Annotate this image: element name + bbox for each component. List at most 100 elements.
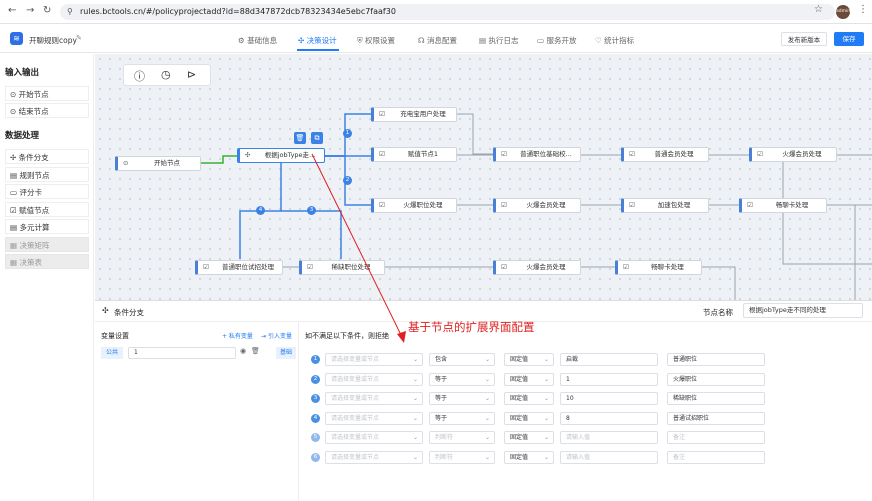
edit-box-icon: ☑ bbox=[501, 150, 507, 158]
flow-node-mid4[interactable]: ☑ 火爆会员处理 bbox=[749, 147, 837, 162]
palette-start-node[interactable]: ⊙ 开始节点 bbox=[5, 86, 89, 101]
condition-number: 5 bbox=[311, 433, 320, 442]
tab-5[interactable]: ▤ 执行日志 bbox=[479, 35, 518, 46]
avatar[interactable]: admin bbox=[836, 5, 850, 19]
palette-item-5[interactable]: ▤ 多元计算 bbox=[5, 219, 89, 234]
import-var-link[interactable]: ⇥ 引入变量 bbox=[261, 331, 292, 340]
delete-node-icon[interactable]: 🗑 bbox=[294, 132, 306, 144]
palette-item-2[interactable]: ▤ 规则节点 bbox=[5, 166, 89, 182]
tab-6[interactable]: ▭ 服务开放 bbox=[537, 35, 576, 46]
tab-1[interactable]: ⚙ 基础信息 bbox=[238, 35, 277, 46]
palette-end-node[interactable]: ⊙ 结束节点 bbox=[5, 103, 89, 118]
condition-variable-select[interactable]: 请选择变量或节点 ⌄ bbox=[325, 353, 423, 366]
flow-node-top1[interactable]: ☑ 充电宝用户处理 bbox=[371, 107, 457, 122]
condition-mode-select[interactable]: 固定值 ⌄ bbox=[504, 392, 554, 405]
site-info-icon[interactable]: ⚲ bbox=[67, 4, 73, 20]
edit-box-icon: ☑ bbox=[501, 201, 507, 209]
publish-button[interactable]: 发布新版本 bbox=[781, 32, 827, 46]
edit-title-icon[interactable]: ✎ bbox=[76, 34, 82, 42]
palette-item-icon: ✢ bbox=[10, 153, 19, 162]
eye-icon[interactable]: ◉ bbox=[240, 347, 246, 355]
condition-variable-select[interactable]: 请选择变量或节点 ⌄ bbox=[325, 372, 423, 386]
palette-item-1[interactable]: ✢ 条件分支 bbox=[5, 149, 89, 164]
tab-label: 权限设置 bbox=[365, 36, 396, 45]
condition-target-input[interactable]: 普通职位 bbox=[667, 353, 765, 366]
condition-operator-select[interactable]: 判断符 ⌄ bbox=[429, 450, 495, 464]
address-bar[interactable]: ⚲ rules.bctools.cn/#/policyprojectadd?id… bbox=[60, 4, 835, 20]
flow-node-row3c[interactable]: ☑ 加速包处理 bbox=[621, 198, 709, 213]
flow-node-mid2[interactable]: ☑ 普通职位基础校... bbox=[493, 147, 581, 162]
condition-mode-select[interactable]: 固定值 ⌄ bbox=[504, 411, 554, 425]
condition-value-input[interactable]: 1 bbox=[560, 372, 658, 386]
condition-variable-select[interactable]: 请选择变量或节点 ⌄ bbox=[325, 411, 423, 425]
edit-box-icon: ☑ bbox=[629, 201, 635, 209]
star-icon[interactable]: ☆ bbox=[814, 4, 823, 15]
forward-icon[interactable]: → bbox=[26, 5, 34, 16]
condition-operator-select[interactable]: 等于 ⌄ bbox=[429, 392, 495, 405]
edge-top1-mid2 bbox=[457, 113, 493, 155]
edit-box-icon: ☑ bbox=[307, 263, 313, 271]
condition-target-input[interactable]: 火爆职位 bbox=[667, 372, 765, 386]
condition-mode-select[interactable]: 固定值 ⌄ bbox=[504, 372, 554, 386]
flow-node-row4c[interactable]: ☑ 火爆会员处理 bbox=[493, 260, 581, 275]
back-icon[interactable]: ← bbox=[8, 5, 16, 16]
app-header: ≋ 开聊规则copy ✎ ⚙ 基础信息 ✣ 决策设计 ⛨ 权限设置 ☊ 消息配置 ▤ 执… bbox=[0, 25, 872, 53]
node-name-input[interactable]: 根据jobType走不同的处理 bbox=[743, 303, 863, 318]
save-button[interactable]: 保存 bbox=[834, 32, 864, 46]
tab-label: 消息配置 bbox=[427, 36, 458, 45]
node-name-label: 节点名称 bbox=[703, 308, 733, 317]
condition-mode-select[interactable]: 固定值 ⌄ bbox=[504, 353, 554, 366]
flow-node-row4a[interactable]: ☑ 普通职位试招处理 bbox=[195, 260, 283, 275]
condition-variable-select[interactable]: 请选择变量或节点 ⌄ bbox=[325, 392, 423, 405]
tab-label: 服务开放 bbox=[546, 36, 577, 45]
app-logo-icon: ≋ bbox=[10, 32, 23, 45]
chevron-down-icon: ⌄ bbox=[412, 375, 418, 383]
condition-value-input[interactable]: 10 bbox=[560, 392, 658, 405]
copy-node-icon[interactable]: ⧉ bbox=[311, 132, 323, 144]
condition-value-input[interactable]: 请输入值 bbox=[560, 431, 658, 444]
palette-item-4[interactable]: ☑ 赋值节点 bbox=[5, 201, 89, 217]
condition-operator-select[interactable]: 等于 ⌄ bbox=[429, 372, 495, 386]
condition-variable-select[interactable]: 请选择变量或节点 ⌄ bbox=[325, 431, 423, 444]
add-private-var-link[interactable]: + 私有变量 bbox=[222, 331, 253, 340]
condition-value-input[interactable]: 请输入值 bbox=[560, 450, 658, 464]
menu-icon[interactable]: ⋮ bbox=[858, 4, 868, 15]
condition-target-input[interactable]: 稀缺职位 bbox=[667, 392, 765, 405]
flow-node-start[interactable]: ⊙ 开始节点 bbox=[115, 156, 201, 171]
tab-2[interactable]: ✣ 决策设计 bbox=[298, 35, 337, 46]
condition-mode-select[interactable]: 固定值 ⌄ bbox=[504, 450, 554, 464]
flow-node-row3b[interactable]: ☑ 火爆会员处理 bbox=[493, 198, 581, 213]
palette-item-6[interactable]: ▦ 决策矩阵 bbox=[5, 236, 89, 252]
annotation-text: 基于节点的扩展界面配置 bbox=[408, 320, 535, 334]
condition-value-input[interactable]: 启裁 bbox=[560, 353, 658, 366]
flow-node-row4d[interactable]: ☑ 畅聊卡处理 bbox=[615, 260, 702, 275]
palette-item-3[interactable]: ▭ 评分卡 bbox=[5, 184, 89, 199]
flow-node-row3d[interactable]: ☑ 畅聊卡处理 bbox=[739, 198, 827, 213]
palette-item-7[interactable]: ▦ 决策表 bbox=[5, 254, 89, 269]
condition-value-input[interactable]: 8 bbox=[560, 411, 658, 425]
flow-node-branch[interactable]: ✣ 根据jobType走... bbox=[237, 148, 325, 163]
tab-icon: ✣ bbox=[298, 36, 307, 45]
flow-node-row3a[interactable]: ☑ 火爆职位处理 bbox=[371, 198, 457, 213]
condition-target-input[interactable]: 备注 bbox=[667, 431, 765, 444]
flow-canvas[interactable]: ⓘ ◷ ⊳ 🗑 ⧉ ⊙ 开始节点 ✣ 根据jobType走... ☑ 充电宝用户… bbox=[95, 54, 872, 300]
flow-node-mid1[interactable]: ☑ 赋值节点1 bbox=[371, 147, 457, 162]
var-settings-title: 变量设置 bbox=[101, 332, 129, 340]
condition-operator-select[interactable]: 等于 ⌄ bbox=[429, 411, 495, 425]
trash-icon[interactable]: 🗑 bbox=[251, 347, 260, 355]
condition-operator-select[interactable]: 判断符 ⌄ bbox=[429, 431, 495, 444]
tab-7[interactable]: ♡ 统计指标 bbox=[595, 35, 634, 46]
condition-operator-select[interactable]: 包含 ⌄ bbox=[429, 353, 495, 366]
var-value-input[interactable]: 1 bbox=[128, 347, 236, 359]
condition-target-input[interactable]: 备注 bbox=[667, 450, 765, 464]
flow-node-label: 火爆会员处理 bbox=[782, 150, 822, 158]
tab-4[interactable]: ☊ 消息配置 bbox=[418, 35, 457, 46]
condition-mode-select[interactable]: 固定值 ⌄ bbox=[504, 431, 554, 444]
tab-3[interactable]: ⛨ 权限设置 bbox=[357, 35, 395, 46]
flow-node-mid3[interactable]: ☑ 普通会员处理 bbox=[621, 147, 709, 162]
edit-box-icon: ☑ bbox=[379, 201, 385, 209]
condition-target-input[interactable]: 普通试招职位 bbox=[667, 411, 765, 425]
reload-icon[interactable]: ↻ bbox=[43, 5, 51, 16]
flow-node-row4b[interactable]: ☑ 稀缺职位处理 bbox=[299, 260, 385, 275]
condition-variable-select[interactable]: 请选择变量或节点 ⌄ bbox=[325, 450, 423, 464]
